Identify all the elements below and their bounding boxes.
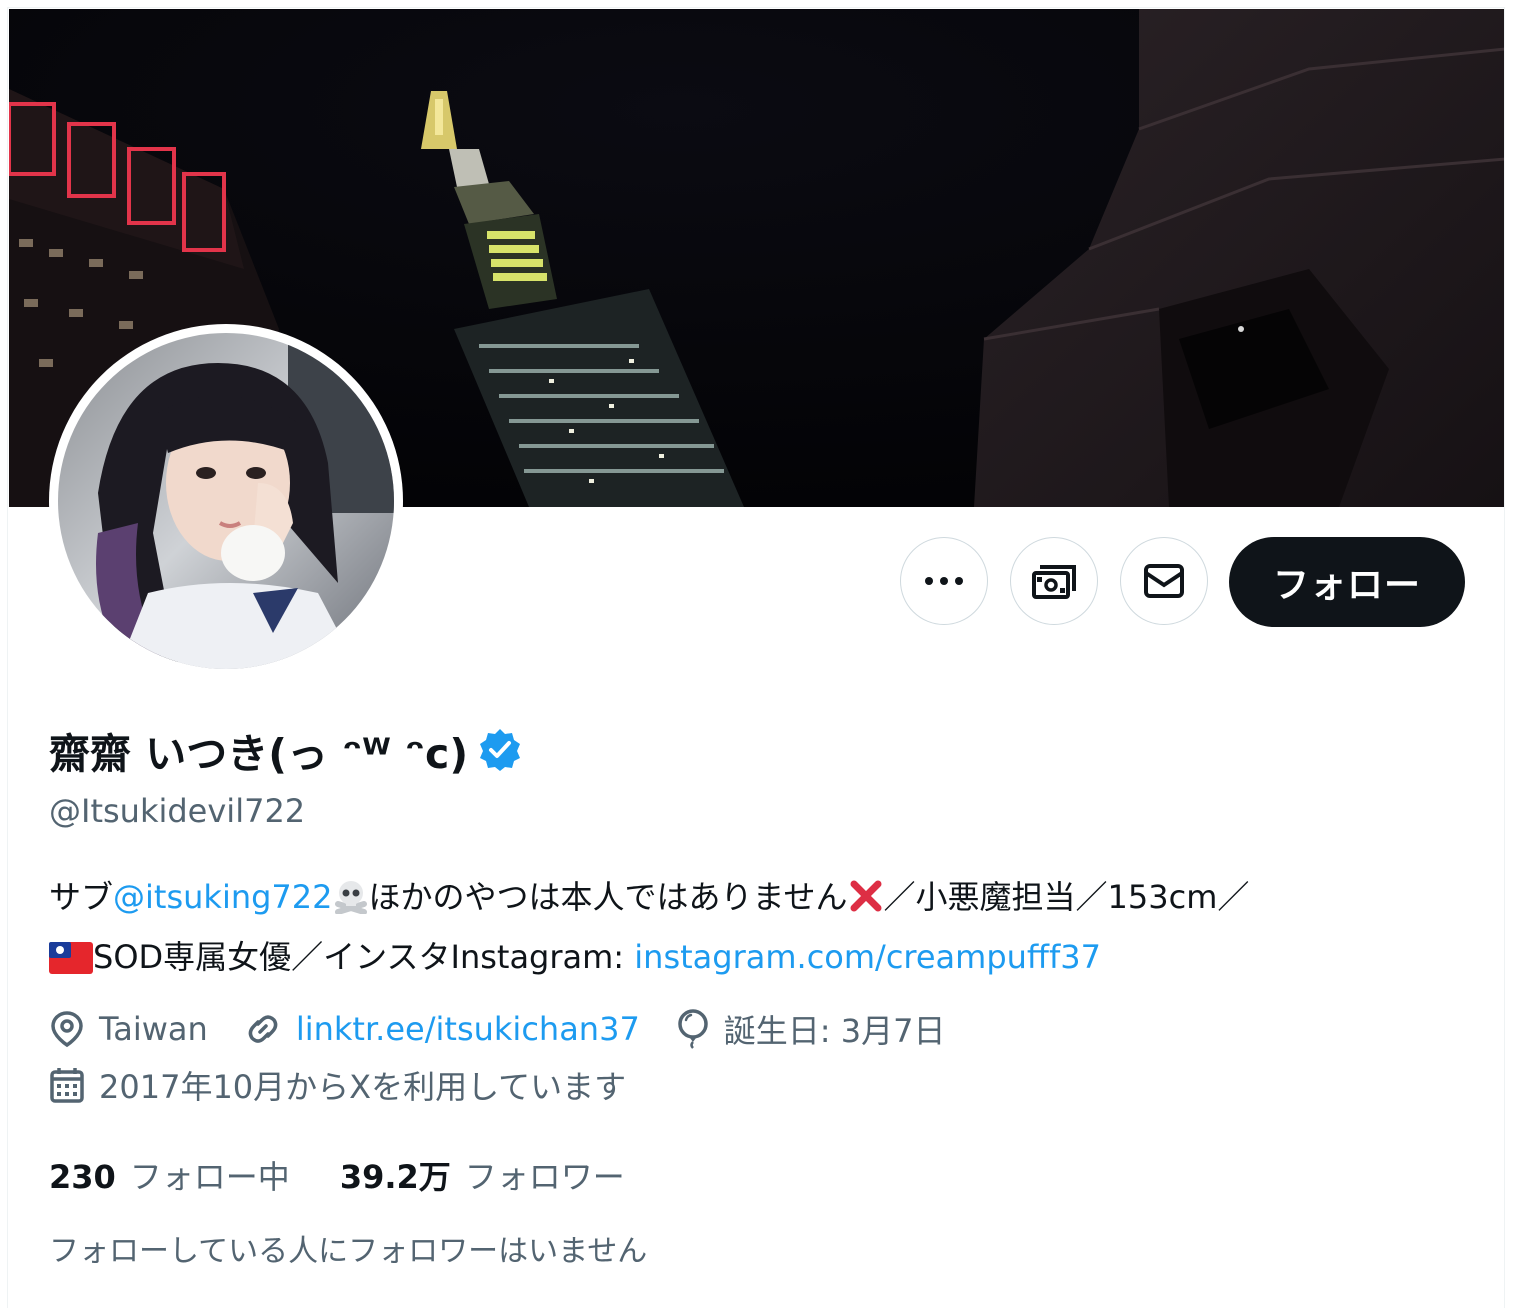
birthday-item: 誕生日: 3月7日 bbox=[676, 1006, 946, 1052]
taiwan-flag-icon bbox=[49, 936, 93, 990]
website-link[interactable]: linktr.ee/itsukichan37 bbox=[296, 1010, 640, 1048]
bio: サブ@itsuking722 ほかのやつは本人ではありません ／小悪魔担当／15… bbox=[49, 870, 1469, 990]
location-pin-icon bbox=[51, 1011, 83, 1048]
joined-text: 2017年10月からXを利用しています bbox=[99, 1068, 627, 1106]
envelope-icon bbox=[1144, 564, 1184, 598]
follow-stats: 230 フォロー中 39.2万 フォロワー bbox=[49, 1150, 675, 1200]
subscribe-button[interactable] bbox=[1010, 537, 1098, 625]
display-name-text: 齋齋 いつき(っ ᵔᵂ ᵔc) bbox=[49, 730, 469, 778]
profile-avatar[interactable] bbox=[49, 324, 403, 678]
profile-meta-row: Taiwan linktr.ee/itsukichan37 誕生日: 3月7日 bbox=[49, 1004, 981, 1054]
followed-by-note: フォローしている人にフォロワーはいません bbox=[49, 1234, 648, 1269]
bio-instagram-link[interactable]: instagram.com/creampufff37 bbox=[634, 938, 1101, 976]
link-icon bbox=[248, 1015, 278, 1043]
money-icon bbox=[1032, 565, 1076, 599]
display-name: 齋齋 いつき(っ ᵔᵂ ᵔc) bbox=[49, 720, 522, 780]
following-label: フォロー中 bbox=[129, 1158, 290, 1196]
location-item: Taiwan bbox=[49, 1010, 208, 1048]
bio-text-3: SOD専属女優／インスタInstagram: bbox=[93, 938, 635, 976]
profile-joined-row: 2017年10月からXを利用しています bbox=[49, 1060, 662, 1110]
bio-mention-link[interactable]: @itsuking722 bbox=[113, 878, 332, 916]
bio-prefix: サブ bbox=[49, 878, 114, 916]
website-item: linktr.ee/itsukichan37 bbox=[244, 1010, 640, 1048]
skull-crossbones-icon bbox=[333, 876, 369, 930]
bio-text-2: ／小悪魔担当／153cm／ bbox=[883, 878, 1250, 916]
message-button[interactable] bbox=[1120, 537, 1208, 625]
more-horizontal-icon bbox=[925, 577, 963, 585]
followers-stat-link[interactable]: 39.2万 フォロワー bbox=[340, 1152, 625, 1198]
following-stat-link[interactable]: 230 フォロー中 bbox=[49, 1152, 290, 1198]
cross-mark-icon bbox=[848, 876, 884, 930]
calendar-icon bbox=[50, 1068, 84, 1103]
balloon-icon bbox=[678, 1009, 708, 1049]
followers-label: フォロワー bbox=[464, 1158, 625, 1196]
more-button[interactable] bbox=[900, 537, 988, 625]
following-count: 230 bbox=[49, 1158, 116, 1196]
follow-button[interactable]: フォロー bbox=[1229, 537, 1465, 627]
location-text: Taiwan bbox=[99, 1010, 208, 1048]
birthday-text: 誕生日: 3月7日 bbox=[723, 1012, 946, 1050]
profile-page: フォロー 齋齋 いつき(っ ᵔᵂ ᵔc) @Itsukidevil722 サブ@… bbox=[7, 7, 1505, 1308]
avatar-image bbox=[58, 333, 394, 669]
joined-item: 2017年10月からXを利用しています bbox=[49, 1062, 626, 1108]
handle: @Itsukidevil722 bbox=[49, 792, 306, 830]
verified-badge-icon[interactable] bbox=[478, 728, 522, 772]
followers-count: 39.2万 bbox=[339, 1158, 451, 1196]
bio-text-1: ほかのやつは本人ではありません bbox=[368, 878, 848, 916]
